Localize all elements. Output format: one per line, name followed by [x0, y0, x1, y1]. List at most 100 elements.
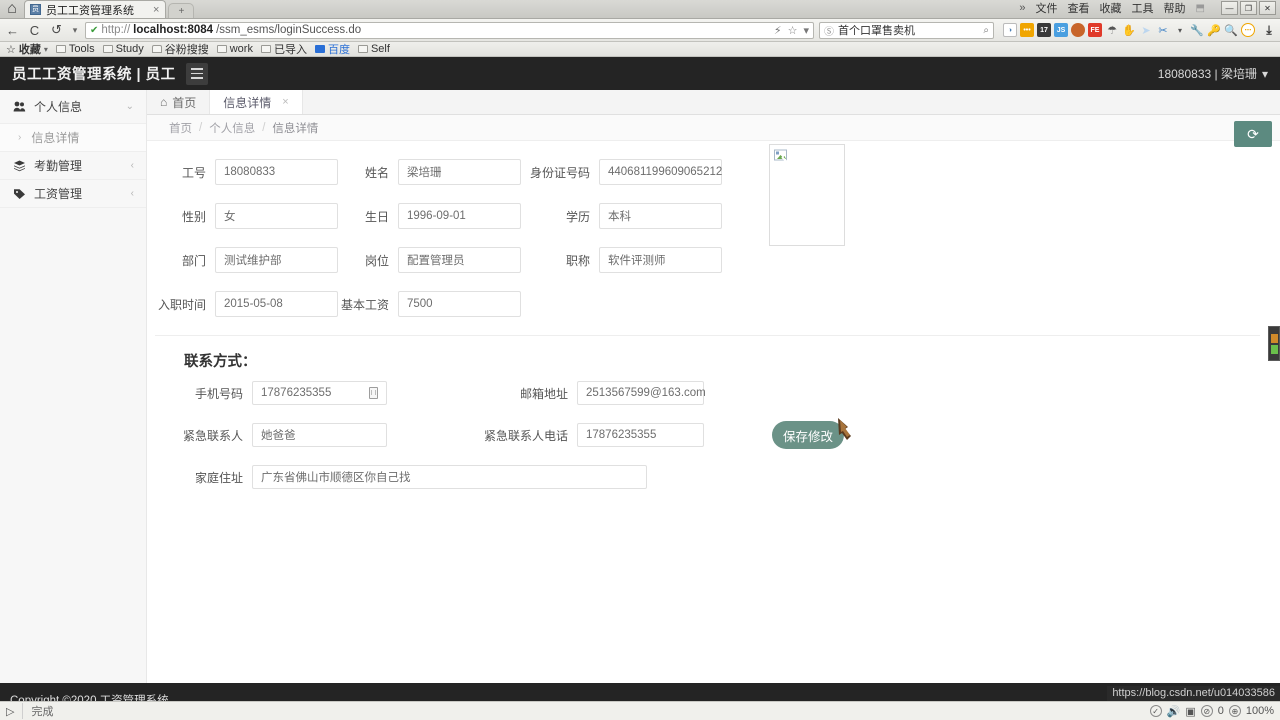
- address-caret-icon[interactable]: ▾: [803, 24, 809, 37]
- name-input[interactable]: 梁培珊: [398, 159, 521, 185]
- menu-toggle-icon[interactable]: [185, 62, 208, 85]
- scissors-icon[interactable]: ✂: [1156, 23, 1170, 37]
- bookmark-star-icon[interactable]: ☆: [788, 24, 798, 37]
- folder-icon: [151, 45, 162, 53]
- bookmark-label: Tools: [68, 43, 95, 55]
- download-icon[interactable]: ⤓: [1262, 23, 1276, 37]
- magnify-page-icon[interactable]: 🔍: [1224, 23, 1238, 37]
- close-button[interactable]: ✕: [1259, 1, 1276, 15]
- edge-floating-widget[interactable]: [1268, 326, 1280, 361]
- save-button[interactable]: 保存修改: [772, 418, 851, 449]
- sidebar-item-info-detail[interactable]: › 信息详情: [0, 124, 146, 152]
- wrench-icon[interactable]: 🔧: [1190, 23, 1204, 37]
- home-address-input[interactable]: 广东省佛山市顺德区你自己找: [252, 465, 647, 489]
- menu-view[interactable]: 查看: [1068, 0, 1090, 16]
- bookmark-label: 百度: [327, 44, 350, 56]
- tab-home[interactable]: ⌂ 首页: [147, 90, 211, 114]
- base-salary-input[interactable]: 7500: [398, 291, 521, 317]
- sidebar-item-attendance[interactable]: 考勤管理 ‹: [0, 152, 146, 180]
- menu-file[interactable]: 文件: [1036, 0, 1058, 16]
- shield-check-icon[interactable]: ✓: [1149, 705, 1162, 717]
- ext-js-icon[interactable]: JS: [1054, 23, 1068, 37]
- speaker-icon[interactable]: 🔊: [1167, 705, 1181, 718]
- browser-tab[interactable]: 员 员工工资管理系统 ×: [24, 0, 167, 18]
- browser-shield-icon[interactable]: ◑: [1003, 23, 1017, 37]
- browser-tabstrip: ⌂ 员 员工工资管理系统 × + » 文件 查看 收藏 工具 帮助 ⬒ — ❐ …: [0, 0, 1280, 19]
- phone-input[interactable]: 17876235355: [252, 381, 387, 405]
- ext-monkey-icon[interactable]: [1071, 23, 1085, 37]
- block-icon[interactable]: ⊘: [1200, 705, 1213, 717]
- field-label: 职称: [565, 253, 590, 268]
- email-input[interactable]: 2513567599@163.com: [577, 381, 706, 405]
- department-input[interactable]: 测试维护部: [215, 247, 338, 273]
- bookmark-imported[interactable]: 已导入: [259, 41, 309, 57]
- browser-tab-close-icon[interactable]: ×: [153, 4, 159, 16]
- reload-icon[interactable]: C: [26, 23, 43, 38]
- bookmark-work[interactable]: work: [215, 43, 255, 55]
- menu-tools[interactable]: 工具: [1132, 0, 1154, 16]
- app-body: 个人信息 ⌄ › 信息详情 考勤管理 ‹ 工资管理 ‹ ⌂ 首页 信息详情 × …: [0, 90, 1280, 683]
- home-icon: ⌂: [160, 95, 168, 109]
- history-icon[interactable]: ↺: [48, 22, 65, 38]
- education-input[interactable]: 本科: [599, 203, 722, 229]
- menu-help[interactable]: 帮助: [1164, 0, 1186, 16]
- window-grid-icon[interactable]: ▣: [1185, 705, 1195, 718]
- history-caret-icon[interactable]: ▾: [70, 25, 80, 36]
- bookmark-label: 谷粉搜搜: [164, 44, 209, 56]
- home-icon[interactable]: ⌂: [0, 0, 24, 18]
- emergency-phone-input[interactable]: 17876235355: [577, 423, 704, 447]
- ext-fe-icon[interactable]: FE: [1088, 23, 1102, 37]
- pin-icon[interactable]: ⬒: [1196, 3, 1205, 14]
- umbrella-icon[interactable]: ☂: [1105, 23, 1119, 37]
- sidebar-item-salary[interactable]: 工资管理 ‹: [0, 180, 146, 208]
- employee-id-input[interactable]: 18080833: [215, 159, 338, 185]
- field-label: 基本工资: [340, 297, 389, 312]
- gender-input[interactable]: 女: [215, 203, 338, 229]
- key-icon[interactable]: 🔑: [1207, 23, 1221, 37]
- field-department: 部门 测试维护部: [147, 247, 338, 273]
- status-text: 完成: [22, 703, 53, 719]
- search-box[interactable]: Ⓢ 首个口罩售卖机 ⌕: [819, 21, 994, 39]
- back-icon[interactable]: ←: [4, 23, 21, 38]
- contact-row: 家庭住址 广东省佛山市顺德区你自己找: [147, 465, 1280, 489]
- favicon-icon: 员: [30, 4, 41, 15]
- new-tab-button[interactable]: +: [168, 3, 195, 18]
- hand-icon[interactable]: ✋: [1122, 23, 1136, 37]
- emergency-contact-input[interactable]: 她爸爸: [252, 423, 387, 447]
- tab-close-icon[interactable]: ×: [282, 96, 288, 108]
- play-icon[interactable]: ▷: [6, 705, 14, 718]
- scissors-caret-icon[interactable]: ▾: [1173, 23, 1187, 37]
- tab-info-detail[interactable]: 信息详情 ×: [210, 90, 303, 114]
- home-glyph: ⌂: [7, 0, 17, 17]
- maximize-button[interactable]: ❐: [1240, 1, 1257, 15]
- bookmark-tools[interactable]: Tools: [54, 43, 97, 55]
- send-icon[interactable]: ➤: [1139, 23, 1153, 37]
- title-input[interactable]: 软件评测师: [599, 247, 722, 273]
- bookmark-study[interactable]: Study: [101, 43, 146, 55]
- address-bar[interactable]: ✔ http:// localhost:8084 /ssm_esms/login…: [85, 21, 814, 39]
- overflow-icon[interactable]: »: [1019, 2, 1025, 14]
- user-menu[interactable]: 18080833 | 梁培珊 ▾: [1158, 65, 1268, 82]
- ext-dots-icon[interactable]: •••: [1020, 23, 1034, 37]
- bolt-icon[interactable]: ⚡: [774, 24, 782, 37]
- menu-favorites[interactable]: 收藏: [1100, 0, 1122, 16]
- form-row: 入职时间 2015-05-08 基本工资 7500: [147, 291, 1280, 317]
- id-number-input[interactable]: 440681199609065212: [599, 159, 722, 185]
- zoom-icon[interactable]: ⊕: [1228, 705, 1241, 717]
- hire-date-input[interactable]: 2015-05-08: [215, 291, 338, 317]
- breadcrumb-item-personal[interactable]: 个人信息: [209, 120, 255, 136]
- zoom-level[interactable]: 100%: [1246, 705, 1274, 717]
- minimize-button[interactable]: —: [1221, 1, 1238, 15]
- position-input[interactable]: 配置管理员: [398, 247, 521, 273]
- refresh-icon: ⟳: [1247, 125, 1259, 142]
- ext-counter-icon[interactable]: 17: [1037, 23, 1051, 37]
- sidebar-item-personal-info[interactable]: 个人信息 ⌄: [0, 90, 146, 124]
- search-icon[interactable]: ⌕: [983, 25, 989, 36]
- more-dots-icon[interactable]: ⋯: [1241, 23, 1255, 37]
- bookmark-gufen[interactable]: 谷粉搜搜: [150, 41, 211, 57]
- birthday-input[interactable]: 1996-09-01: [398, 203, 521, 229]
- bookmark-baidu[interactable]: 百度: [313, 41, 352, 57]
- bookmark-favorites[interactable]: ☆ 收藏 ▾: [4, 41, 50, 57]
- breadcrumb-item-home[interactable]: 首页: [169, 120, 192, 136]
- bookmark-self[interactable]: Self: [356, 43, 392, 55]
